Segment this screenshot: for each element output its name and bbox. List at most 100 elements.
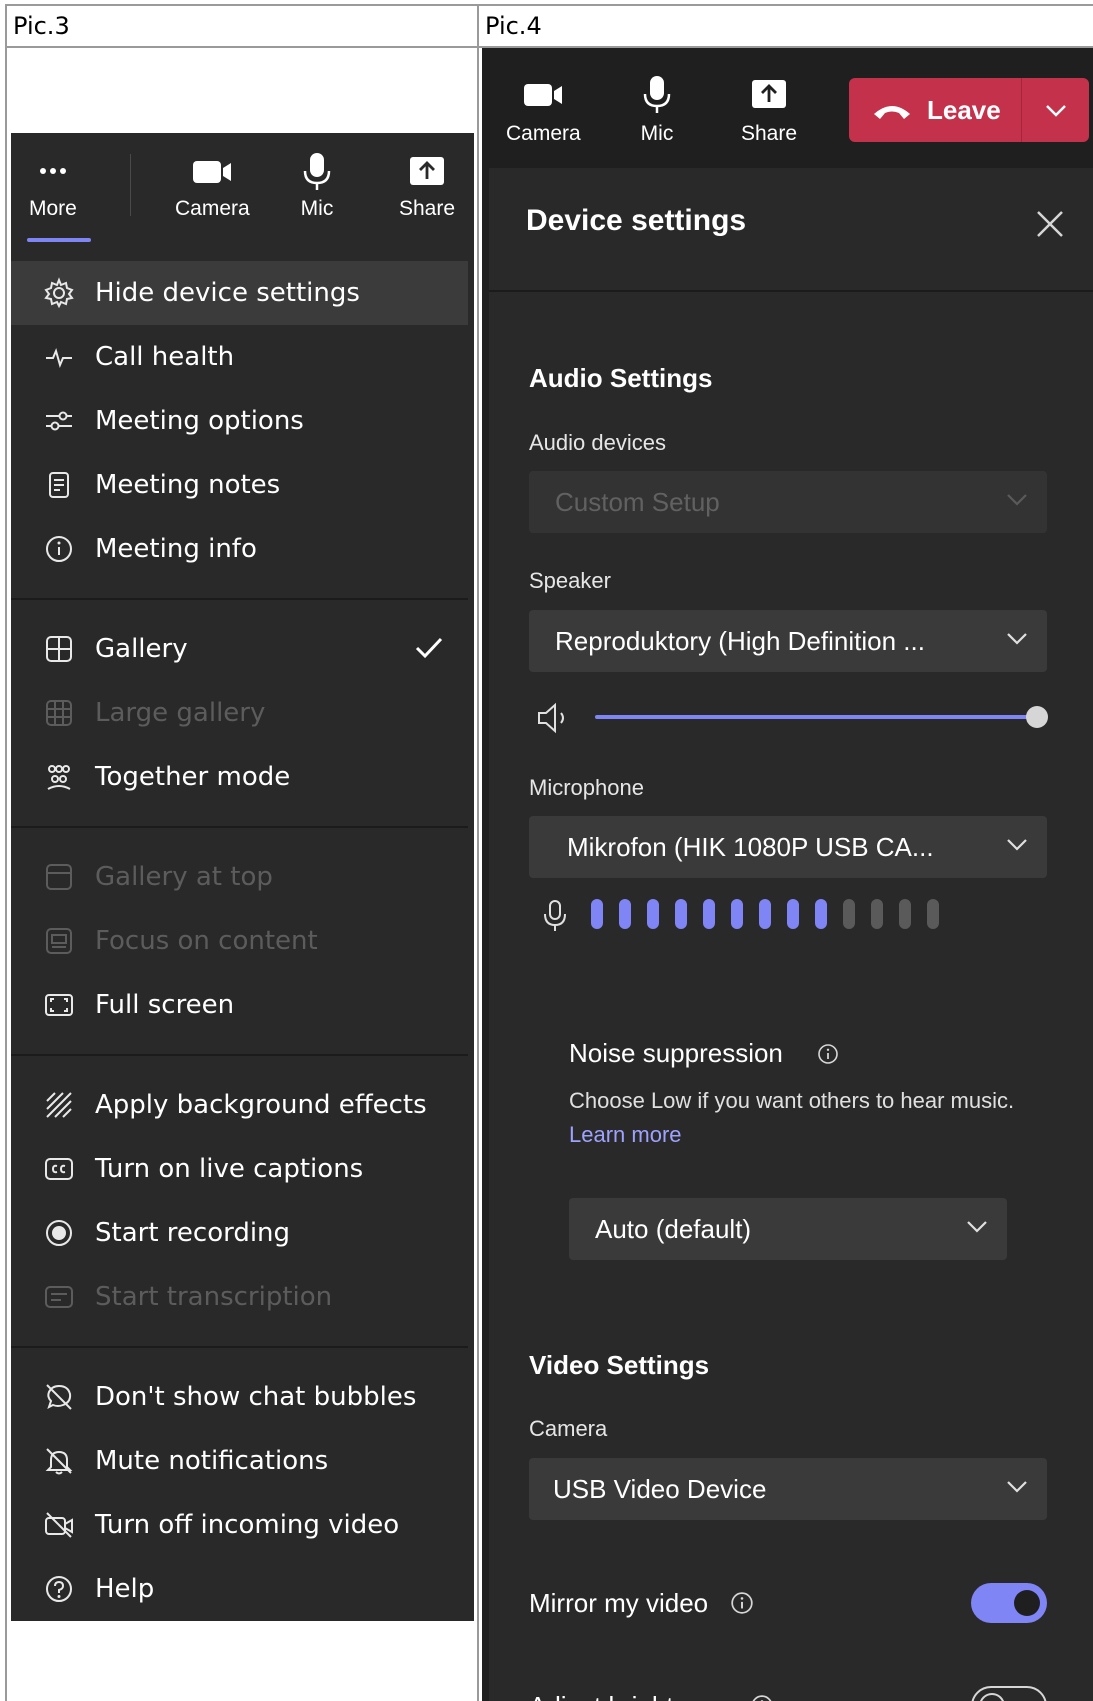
noise-suppression-dropdown[interactable]: Auto (default) xyxy=(569,1198,1007,1260)
speaker-label: Speaker xyxy=(529,568,611,593)
table-border-middle xyxy=(477,4,479,1701)
audio-devices-label: Audio devices xyxy=(529,430,666,455)
noise-desc-text: Choose Low if you want others to hear mu… xyxy=(569,1088,1015,1113)
mic-label: Mic xyxy=(640,122,674,145)
menu-item-help[interactable]: Help xyxy=(11,1557,468,1621)
menu-item-gear[interactable]: Hide device settings xyxy=(11,261,468,325)
learn-more-link[interactable]: Learn more xyxy=(569,1122,682,1147)
menu-item-transcription: Start transcription xyxy=(11,1265,468,1329)
gear-icon xyxy=(41,275,77,311)
menu-item-pulse[interactable]: Call health xyxy=(11,325,468,389)
more-menu-panel: More Camera Mic Share Hide device settin… xyxy=(11,133,474,1621)
camera-label: Camera xyxy=(175,197,250,220)
noise-suppression-label: Noise suppression xyxy=(569,1038,783,1068)
volume-slider-thumb[interactable] xyxy=(1026,706,1048,728)
menu-item-captions[interactable]: Turn on live captions xyxy=(11,1137,468,1201)
speaker-value: Reproduktory (High Definition ... xyxy=(555,625,925,656)
pane-title: Device settings xyxy=(526,204,747,237)
mic-level-bar xyxy=(843,899,855,929)
more-icon xyxy=(33,151,73,191)
adjust-brightness-toggle[interactable] xyxy=(971,1686,1047,1701)
chevron-down-icon xyxy=(1045,105,1066,117)
chevron-down-icon xyxy=(1007,839,1027,851)
meeting-window: Camera Mic Share Leave Device settings A… xyxy=(482,48,1093,1701)
menu-item-label: Meeting info xyxy=(95,534,257,564)
toolbar-separator xyxy=(130,154,131,216)
pic4-header: Pic.4 xyxy=(485,12,542,40)
share-button[interactable]: Share xyxy=(399,151,455,221)
video-settings-title: Video Settings xyxy=(529,1350,710,1380)
transcription-icon xyxy=(41,1279,77,1315)
camera-button[interactable]: Camera xyxy=(175,151,250,221)
speaker-dropdown[interactable]: Reproduktory (High Definition ... xyxy=(529,610,1047,672)
mic-level-bar xyxy=(731,899,743,929)
menu-item-chat-bubble-off[interactable]: Don't show chat bubbles xyxy=(11,1365,468,1429)
audio-settings-title: Audio Settings xyxy=(529,363,713,393)
info-icon[interactable] xyxy=(817,1043,839,1065)
device-settings-pane: Device settings Audio Settings Audio dev… xyxy=(489,168,1093,1701)
chevron-down-icon xyxy=(1007,1481,1027,1493)
menu-divider xyxy=(11,1346,468,1348)
mic-level-row xyxy=(529,897,1089,937)
toggle-knob xyxy=(979,1693,1005,1701)
more-menu-list: Hide device settings Call health Meeting o… xyxy=(11,261,468,1621)
record-icon xyxy=(41,1215,77,1251)
share-icon xyxy=(749,74,789,114)
info-icon[interactable] xyxy=(730,1591,754,1615)
mirror-video-label: Mirror my video xyxy=(529,1587,709,1618)
volume-slider-track[interactable] xyxy=(595,715,1037,719)
pic3-header: Pic.3 xyxy=(13,12,70,40)
menu-item-notes[interactable]: Meeting notes xyxy=(11,453,468,517)
menu-divider xyxy=(11,598,468,600)
gallery-top-icon xyxy=(41,859,77,895)
together-mode-icon xyxy=(41,759,77,795)
mic-level-bar xyxy=(871,899,883,929)
menu-item-label: Don't show chat bubbles xyxy=(95,1382,417,1412)
menu-item-together-mode[interactable]: Together mode xyxy=(11,745,468,809)
adjust-brightness-row: Adjust brightness xyxy=(529,1681,1049,1701)
menu-item-gallery-top: Gallery at top xyxy=(11,845,468,909)
mic-level-icon xyxy=(544,900,566,931)
menu-item-label: Together mode xyxy=(95,762,291,792)
mirror-video-toggle[interactable] xyxy=(971,1583,1047,1623)
menu-divider xyxy=(11,1054,468,1056)
mic-button[interactable]: Mic xyxy=(297,151,337,221)
mic-level-bar xyxy=(591,899,603,929)
menu-item-video-off[interactable]: Turn off incoming video xyxy=(11,1493,468,1557)
leave-button[interactable]: Leave xyxy=(849,78,1021,142)
mic-icon xyxy=(637,74,677,114)
fullscreen-icon xyxy=(41,987,77,1023)
menu-item-label: Turn on live captions xyxy=(95,1154,364,1184)
mic-level-bar xyxy=(787,899,799,929)
gallery-icon xyxy=(41,631,77,667)
menu-item-fullscreen[interactable]: Full screen xyxy=(11,973,468,1037)
menu-item-record[interactable]: Start recording xyxy=(11,1201,468,1265)
menu-item-background-effects[interactable]: Apply background effects xyxy=(11,1073,468,1137)
info-icon[interactable] xyxy=(750,1694,774,1701)
microphone-dropdown[interactable]: Mikrofon (HIK 1080P USB CA... xyxy=(529,816,1047,878)
menu-item-label: Turn off incoming video xyxy=(95,1510,400,1540)
camera-dropdown[interactable]: USB Video Device xyxy=(529,1458,1047,1520)
menu-item-gallery[interactable]: Gallery xyxy=(11,617,468,681)
camera-button[interactable]: Camera xyxy=(506,74,581,146)
menu-item-bell-off[interactable]: Mute notifications xyxy=(11,1429,468,1493)
more-button[interactable]: More xyxy=(29,151,77,221)
background-effects-icon xyxy=(41,1087,77,1123)
mic-level-bar xyxy=(619,899,631,929)
menu-item-label: Hide device settings xyxy=(95,278,360,308)
mic-label: Mic xyxy=(300,197,334,220)
mic-button[interactable]: Mic xyxy=(637,74,677,146)
help-icon xyxy=(41,1571,77,1607)
menu-item-label: Large gallery xyxy=(95,698,266,728)
chevron-down-icon xyxy=(1007,633,1027,645)
captions-icon xyxy=(41,1151,77,1187)
menu-item-sliders[interactable]: Meeting options xyxy=(11,389,468,453)
menu-item-info[interactable]: Meeting info xyxy=(11,517,468,581)
close-icon[interactable] xyxy=(1032,206,1068,242)
audio-devices-dropdown[interactable]: Custom Setup xyxy=(529,471,1047,533)
share-button[interactable]: Share xyxy=(741,74,797,146)
mic-level-bar xyxy=(675,899,687,929)
menu-item-label: Meeting notes xyxy=(95,470,281,500)
leave-options-button[interactable] xyxy=(1022,78,1089,142)
chat-bubble-off-icon xyxy=(41,1379,77,1415)
